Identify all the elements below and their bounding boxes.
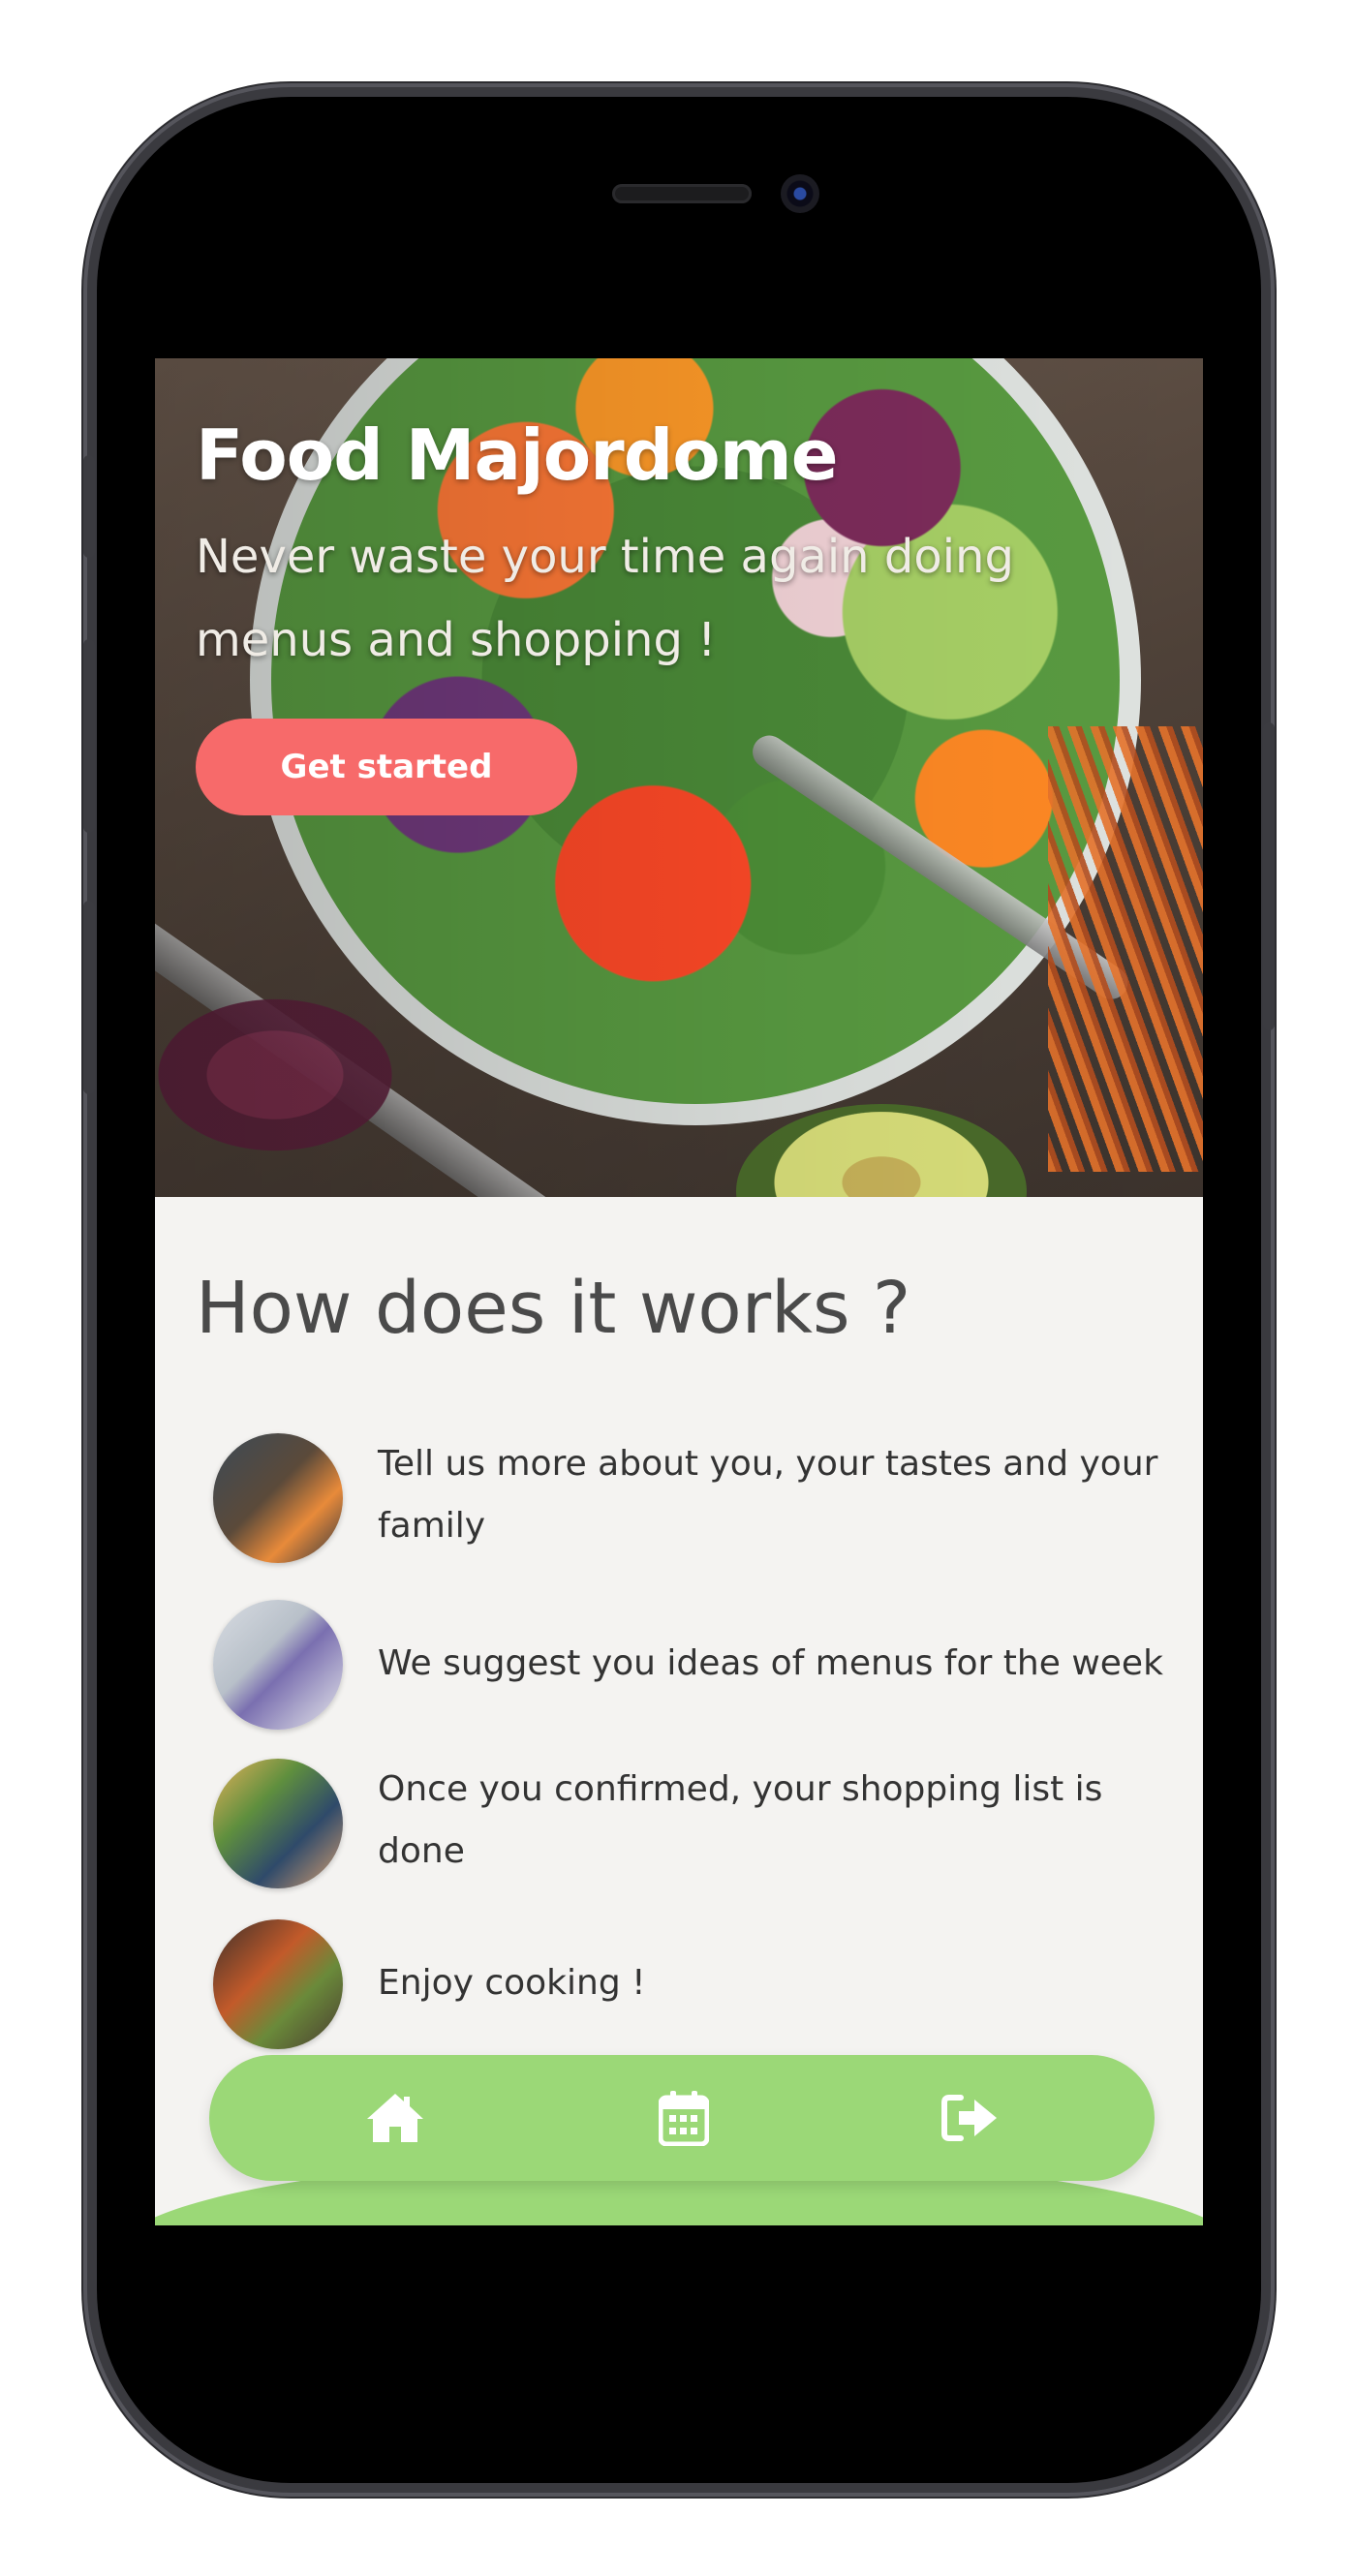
home-icon xyxy=(363,2090,427,2146)
step-4-image xyxy=(213,1919,343,2049)
nav-calendar-button[interactable] xyxy=(645,2079,723,2157)
phone-frame: Food Majordome Never waste your time aga… xyxy=(83,97,1275,2483)
front-camera xyxy=(781,174,819,213)
step-1-text: Tell us more about you, your tastes and … xyxy=(378,1444,1158,1546)
power-button xyxy=(1263,722,1275,1030)
get-started-button[interactable]: Get started xyxy=(196,719,577,815)
app-title: Food Majordome xyxy=(196,414,839,496)
calendar-icon xyxy=(659,2090,709,2146)
app-tagline: Never waste your time again doing menus … xyxy=(196,530,1014,667)
app-screen: Food Majordome Never waste your time aga… xyxy=(155,358,1203,2225)
step-2-text: We suggest you ideas of menus for the we… xyxy=(378,1643,1163,1683)
step-4-text: Enjoy cooking ! xyxy=(378,1963,646,2003)
bottom-nav-bar xyxy=(209,2055,1155,2181)
hero-banner: Food Majordome Never waste your time aga… xyxy=(155,358,1203,1197)
volume-up-button xyxy=(83,639,95,833)
nav-home-button[interactable] xyxy=(356,2079,434,2157)
logout-icon xyxy=(941,2094,1000,2142)
step-3-text: Once you confirmed, your shopping list i… xyxy=(378,1769,1103,1871)
nav-logout-button[interactable] xyxy=(932,2079,1009,2157)
earpiece-speaker xyxy=(612,184,752,203)
step-2-image xyxy=(213,1600,343,1730)
step-1-image xyxy=(213,1433,343,1563)
step-3-image xyxy=(213,1759,343,1888)
volume-down-button xyxy=(83,901,95,1094)
how-it-works-title: How does it works ? xyxy=(196,1267,911,1350)
mute-switch xyxy=(83,455,95,558)
